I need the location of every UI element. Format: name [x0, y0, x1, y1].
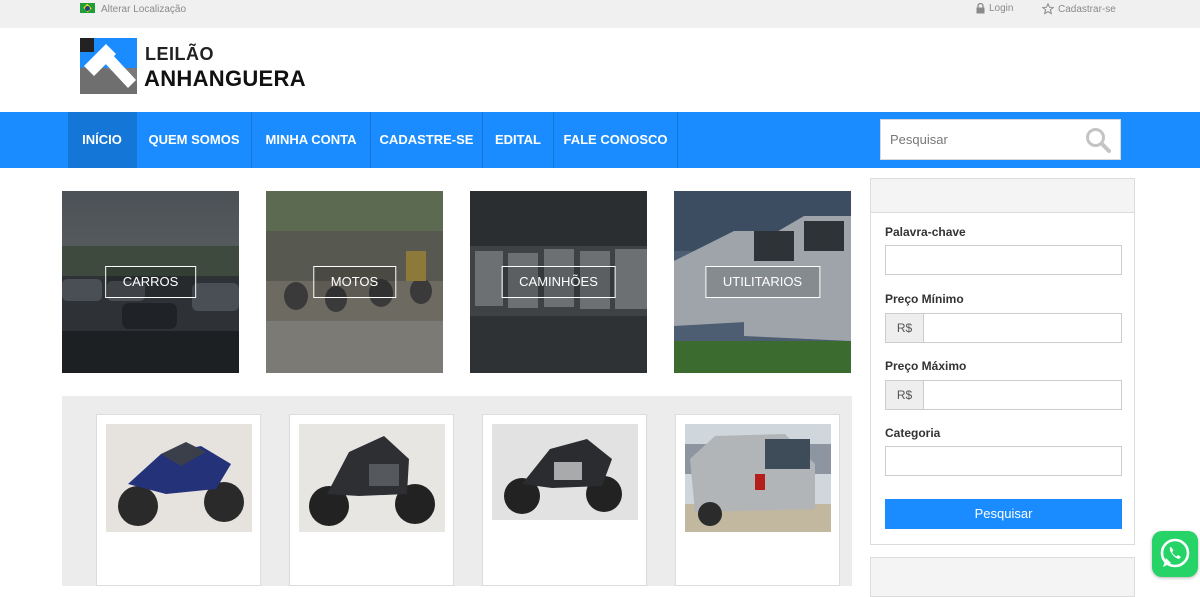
search-input[interactable]	[881, 120, 1071, 159]
star-icon	[1042, 3, 1054, 15]
logo-text-leilao: LEILÃO	[145, 44, 214, 64]
register-link[interactable]: Cadastrar-se	[1042, 3, 1116, 15]
secondary-panel	[870, 557, 1135, 597]
category-tile-carros[interactable]: CARROS	[62, 191, 239, 373]
search-box	[880, 119, 1121, 160]
logo-text-anhanguera: ANHANGUERA	[144, 66, 306, 91]
product-card[interactable]	[289, 414, 454, 586]
nav-edital[interactable]: EDITAL	[483, 112, 554, 168]
keyword-input[interactable]	[885, 245, 1122, 275]
min-price-input[interactable]: R$	[885, 313, 1122, 343]
category-tile-motos[interactable]: MOTOS	[266, 191, 443, 373]
product-image	[106, 424, 252, 532]
whatsapp-button[interactable]	[1152, 531, 1198, 577]
min-price-label: Preço Mínimo	[885, 292, 964, 306]
category-label-caminhoes: CAMINHÕES	[501, 266, 616, 298]
nav-cadastre-se[interactable]: CADASTRE-SE	[371, 112, 483, 168]
currency-addon: R$	[886, 381, 924, 409]
filter-panel-header	[871, 179, 1134, 213]
product-image	[685, 424, 831, 532]
currency-addon: R$	[886, 314, 924, 342]
product-card[interactable]	[675, 414, 840, 586]
site-logo[interactable]	[80, 38, 137, 94]
category-tile-utilitarios[interactable]: UTILITARIOS	[674, 191, 851, 373]
category-label-utilitarios: UTILITARIOS	[704, 266, 821, 298]
change-location-link[interactable]: Alterar Localização	[101, 4, 186, 15]
nav-quem-somos[interactable]: QUEM SOMOS	[137, 112, 252, 168]
nav-inicio[interactable]: INÍCIO	[68, 112, 137, 168]
login-label: Login	[989, 3, 1014, 14]
whatsapp-icon	[1160, 538, 1190, 568]
search-icon[interactable]	[1085, 127, 1111, 158]
login-link[interactable]: Login	[976, 3, 1013, 14]
category-label-carros: CARROS	[104, 266, 197, 298]
category-select[interactable]	[885, 446, 1122, 476]
category-tile-caminhoes[interactable]: CAMINHÕES	[470, 191, 647, 373]
max-price-label: Preço Máximo	[885, 359, 967, 373]
top-bar: Alterar Localização Login Cadastrar-se	[0, 0, 1200, 28]
register-label: Cadastrar-se	[1058, 3, 1116, 15]
product-image	[492, 424, 638, 520]
product-image	[299, 424, 445, 532]
product-card[interactable]	[96, 414, 261, 586]
category-label-motos: MOTOS	[312, 266, 397, 298]
brazil-flag-icon	[80, 3, 95, 13]
nav-fale-conosco[interactable]: FALE CONOSCO	[554, 112, 678, 168]
product-card[interactable]	[482, 414, 647, 586]
filter-search-button[interactable]: Pesquisar	[885, 499, 1122, 529]
nav-minha-conta[interactable]: MINHA CONTA	[252, 112, 371, 168]
category-label: Categoria	[885, 426, 941, 440]
lock-icon	[976, 3, 985, 14]
filter-panel: Palavra-chave Preço Mínimo R$ Preço Máxi…	[870, 178, 1135, 545]
keyword-label: Palavra-chave	[885, 225, 966, 239]
max-price-input[interactable]: R$	[885, 380, 1122, 410]
